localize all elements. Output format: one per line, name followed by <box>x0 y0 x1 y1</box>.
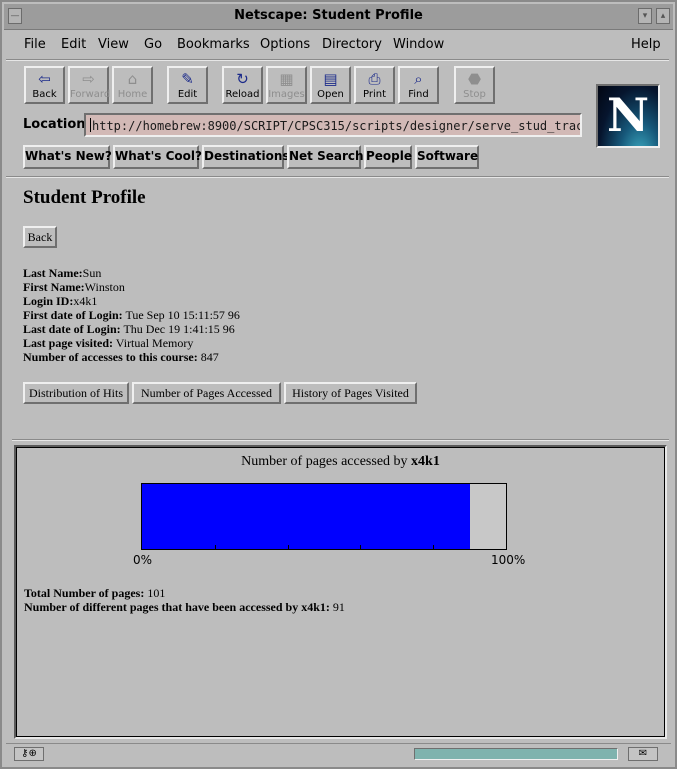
open-icon: ▤ <box>323 70 338 88</box>
location-input[interactable]: http://homebrew:8900/SCRIPT/CPSC315/scri… <box>84 113 582 137</box>
progress-bar-frame <box>141 483 507 550</box>
window-title: Netscape: Student Profile <box>234 8 423 23</box>
text-caret <box>90 118 91 132</box>
location-url: http://homebrew:8900/SCRIPT/CPSC315/scri… <box>92 119 582 133</box>
printer-icon: ⎙ <box>368 70 381 88</box>
people-button[interactable]: People <box>364 145 412 169</box>
menu-file[interactable]: File <box>24 37 46 52</box>
bar-tick-mark <box>215 545 216 549</box>
pages-accessed-bar <box>142 484 470 549</box>
binoculars-icon: ⌕ <box>414 70 423 88</box>
find-button[interactable]: ⌕ Find <box>398 66 439 104</box>
mail-icon[interactable]: ✉ <box>628 747 658 761</box>
minimize-icon[interactable]: ▾ <box>638 8 652 24</box>
window-menu-icon[interactable]: — <box>8 8 22 24</box>
browser-window: — Netscape: Student Profile ▾ ▴ File Edi… <box>0 0 677 769</box>
back-button[interactable]: ⇦ Back <box>24 66 65 104</box>
bar-tick-mark <box>360 545 361 549</box>
bar-tick-mark <box>288 545 289 549</box>
images-icon: ▦ <box>279 70 294 88</box>
info-access-count: Number of accesses to this course: 847 <box>23 350 219 364</box>
frame-divider <box>12 439 669 441</box>
back-arrow-icon: ⇦ <box>38 70 51 88</box>
toolbar-divider <box>6 176 669 178</box>
distribution-of-hits-button[interactable]: Distribution of Hits <box>23 382 129 404</box>
menu-divider <box>6 59 669 61</box>
netscape-logo[interactable]: N <box>596 84 660 148</box>
stop-button[interactable]: ⬣ Stop <box>454 66 495 104</box>
bar-tick-mark <box>433 545 434 549</box>
summary-total-pages: Total Number of pages: 101 <box>24 586 166 600</box>
menu-view[interactable]: View <box>98 37 129 52</box>
whats-new-button[interactable]: What's New? <box>23 145 112 169</box>
destinations-button[interactable]: Destinations <box>202 145 290 169</box>
net-search-button[interactable]: Net Search <box>287 145 364 169</box>
whats-cool-button[interactable]: What's Cool? <box>113 145 202 169</box>
page-title: Student Profile <box>23 187 146 208</box>
reload-icon: ↻ <box>236 70 249 88</box>
chart-frame-inner: Number of pages accessed by x4k1 0% 100%… <box>16 447 665 737</box>
info-login-id: Login ID:x4k1 <box>23 294 98 308</box>
home-button[interactable]: ⌂ Home <box>112 66 153 104</box>
menu-go[interactable]: Go <box>144 37 162 52</box>
pencil-icon: ✎ <box>181 70 194 88</box>
title-bar[interactable]: — Netscape: Student Profile ▾ ▴ <box>4 4 673 30</box>
tick-label-0: 0% <box>133 553 153 567</box>
maximize-icon[interactable]: ▴ <box>656 8 670 24</box>
home-icon: ⌂ <box>127 70 138 88</box>
menu-window[interactable]: Window <box>393 37 444 52</box>
menu-bookmarks[interactable]: Bookmarks <box>177 37 250 52</box>
images-button[interactable]: ▦ Images <box>266 66 307 104</box>
menu-directory[interactable]: Directory <box>322 37 382 52</box>
summary-different-pages: Number of different pages that have been… <box>24 600 345 614</box>
number-of-pages-accessed-button[interactable]: Number of Pages Accessed <box>132 382 281 404</box>
location-label: Location: <box>23 117 91 132</box>
forward-arrow-icon: ⇨ <box>82 70 95 88</box>
menu-options[interactable]: Options <box>260 37 310 52</box>
forward-button[interactable]: ⇨ Forward <box>68 66 110 104</box>
status-bar: ⚷⊕ ✉ <box>6 743 671 765</box>
open-button[interactable]: ▤ Open <box>310 66 351 104</box>
menu-edit[interactable]: Edit <box>61 37 86 52</box>
info-first-login: First date of Login: Tue Sep 10 15:11:57… <box>23 308 240 322</box>
menu-help[interactable]: Help <box>631 37 661 52</box>
print-button[interactable]: ⎙ Print <box>354 66 395 104</box>
history-of-pages-visited-button[interactable]: History of Pages Visited <box>284 382 417 404</box>
info-last-page: Last page visited: Virtual Memory <box>23 336 194 350</box>
info-last-name: Last Name:Sun <box>23 266 102 280</box>
chart-frame[interactable]: Number of pages accessed by x4k1 0% 100%… <box>14 445 667 739</box>
info-first-name: First Name:Winston <box>23 280 125 294</box>
info-last-login: Last date of Login: Thu Dec 19 1:41:15 9… <box>23 322 235 336</box>
software-button[interactable]: Software <box>415 145 479 169</box>
stop-icon: ⬣ <box>467 70 482 88</box>
netscape-n-icon: N <box>606 88 650 142</box>
reload-button[interactable]: ↻ Reload <box>222 66 263 104</box>
back-page-button[interactable]: Back <box>23 226 57 248</box>
security-key-icon[interactable]: ⚷⊕ <box>14 747 44 761</box>
chart-title: Number of pages accessed by x4k1 <box>241 454 440 469</box>
menu-bar: File Edit View Go Bookmarks Options Dire… <box>6 32 671 58</box>
edit-button[interactable]: ✎ Edit <box>167 66 208 104</box>
progress-indicator <box>414 748 618 760</box>
tick-label-100: 100% <box>491 553 526 567</box>
